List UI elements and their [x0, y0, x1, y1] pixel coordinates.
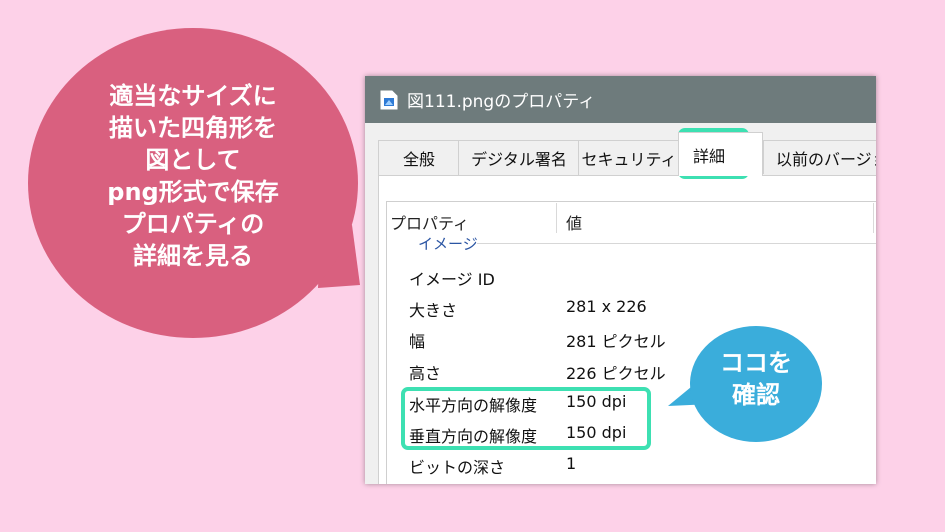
callout-left-line: プロパティの [121, 210, 265, 238]
row-name-dimensions[interactable]: 大きさ [409, 297, 457, 321]
window-title: 図111.pngのプロパティ [407, 92, 596, 112]
tab-previous-versions[interactable]: 以前のバージョ [763, 140, 876, 174]
row-name-height[interactable]: 高さ [409, 360, 441, 384]
tab-security[interactable]: セキュリティ [578, 140, 680, 175]
row-name-width[interactable]: 幅 [409, 328, 425, 352]
callout-right-line: ココを [720, 349, 792, 377]
callout-right-line: 確認 [732, 381, 780, 409]
callout-left-line: 図として [145, 146, 241, 174]
highlight-resolution-rows [401, 387, 651, 450]
callout-left-line: 描いた四角形を [109, 114, 277, 142]
row-name-image-id[interactable]: イメージ ID [409, 266, 495, 290]
callout-left-line: 詳細を見る [133, 242, 253, 270]
group-header-image[interactable]: イメージ [418, 233, 478, 254]
row-value-height[interactable]: 226 ピクセル [566, 360, 666, 384]
window-titlebar[interactable]: 図111.pngのプロパティ [365, 76, 876, 123]
column-header-property[interactable]: プロパティ [390, 210, 469, 234]
callout-left-line: 適当なサイズに [109, 82, 277, 110]
column-header-value[interactable]: 値 [566, 210, 582, 234]
row-name-bit-depth[interactable]: ビットの深さ [409, 454, 505, 478]
callout-left-text: 適当なサイズに 描いた四角形を 図として png形式で保存 プロパティの 詳細を… [38, 80, 348, 272]
row-value-width[interactable]: 281 ピクセル [566, 328, 666, 352]
tab-general[interactable]: 全般 [378, 140, 460, 175]
row-value-bit-depth[interactable]: 1 [566, 454, 576, 473]
row-value-dimensions[interactable]: 281 x 226 [566, 297, 647, 316]
group-divider [477, 243, 876, 244]
column-separator[interactable] [556, 203, 557, 233]
callout-left-line: png形式で保存 [107, 178, 279, 206]
tab-digital-signature[interactable]: デジタル署名 [458, 140, 580, 175]
callout-right-text: ココを 確認 [690, 347, 822, 411]
tab-details[interactable]: 詳細 [678, 132, 763, 176]
column-separator[interactable] [873, 203, 874, 233]
image-file-icon [380, 90, 398, 109]
